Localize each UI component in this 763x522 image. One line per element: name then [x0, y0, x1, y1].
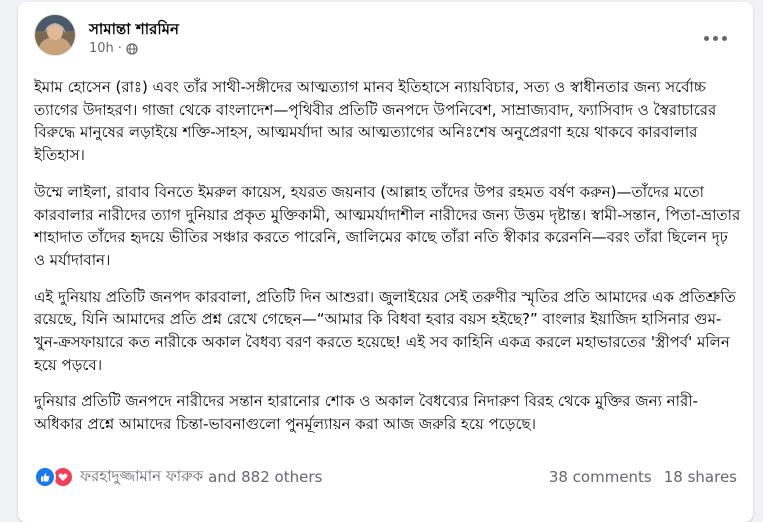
post-paragraph: এই দুনিয়ায় প্রতিটি জনপদ কারবালা, প্রতি…	[34, 287, 736, 374]
post-header: সামান্তা শারমিন 10h ·	[34, 14, 737, 62]
more-dot-icon	[712, 35, 718, 41]
reactors-others[interactable]: and 882 others	[208, 468, 322, 486]
globe-icon[interactable]	[126, 42, 138, 55]
author-avatar[interactable]	[34, 14, 76, 56]
more-options-button[interactable]	[697, 26, 733, 50]
post-card: সামান্তা শারমিন 10h · ইমাম হোসেন (রাঃ) এ…	[18, 2, 753, 522]
post-paragraph: ইমাম হোসেন (রাঃ) এবং তাঁর সাথী-সঙ্গীদের …	[34, 78, 717, 165]
more-dot-icon	[703, 35, 709, 41]
author-name[interactable]: সামান্তা শারমিন	[89, 18, 179, 43]
post-body: ইমাম হোসেন (রাঃ) এবং তাঁর সাথী-সঙ্গীদের …	[34, 76, 741, 450]
more-dot-icon	[721, 35, 727, 41]
reaction-icons[interactable]	[34, 466, 74, 488]
shares-count[interactable]: 18 shares	[664, 468, 737, 486]
post-paragraph: দুনিয়ার প্রতিটি জনপদে নারীদের সন্তান হা…	[34, 392, 698, 434]
like-icon	[34, 466, 56, 488]
post-time[interactable]: 10h	[89, 41, 114, 56]
post-meta: 10h ·	[89, 41, 138, 56]
post-footer: ফরহাদুজ্জামান ফারুক and 882 others 38 co…	[34, 462, 737, 492]
post-paragraph: উম্মে লাইলা, রাবাব বিনতে ইমরুল কায়েস, হ…	[34, 182, 741, 269]
meta-separator: ·	[117, 41, 122, 56]
reactor-name[interactable]: ফরহাদুজ্জামান ফারুক	[80, 465, 203, 490]
avatar-image-icon	[35, 15, 75, 55]
comments-count[interactable]: 38 comments	[549, 468, 652, 486]
